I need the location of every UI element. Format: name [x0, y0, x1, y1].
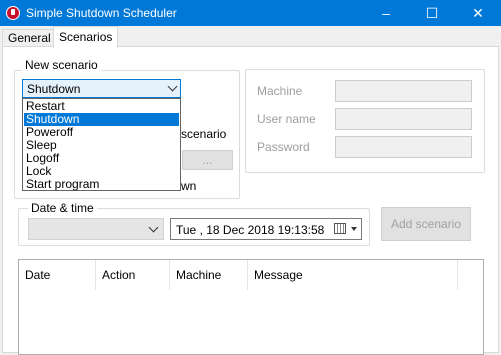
- chevron-down-icon: [167, 81, 178, 92]
- user-name-label: User name: [257, 112, 316, 126]
- window-title: Simple Shutdown Scheduler: [26, 6, 177, 20]
- app-power-icon: [6, 6, 20, 20]
- chevron-down-icon: [148, 222, 159, 233]
- calendar-dropdown-icon[interactable]: [351, 227, 357, 231]
- password-label: Password: [257, 140, 310, 154]
- machine-input[interactable]: [335, 80, 472, 102]
- scenario-partial-text: scenario: [181, 127, 227, 141]
- date-time-picker[interactable]: Tue , 18 Dec 2018 19:13:58: [170, 218, 362, 240]
- column-date[interactable]: Date: [19, 260, 96, 290]
- tab-strip: General Scenarios: [0, 26, 501, 48]
- date-preset-select[interactable]: [28, 218, 164, 240]
- tab-scenarios[interactable]: Scenarios: [53, 26, 119, 48]
- add-scenario-button[interactable]: Add scenario: [381, 207, 471, 241]
- option-start-program[interactable]: Start program: [24, 178, 179, 191]
- down-partial-text: wn: [181, 179, 197, 193]
- browse-button[interactable]: ...: [182, 150, 233, 170]
- password-input[interactable]: [335, 136, 472, 158]
- title-bar[interactable]: Simple Shutdown Scheduler – ☐ ✕: [0, 0, 501, 26]
- calendar-icon[interactable]: [334, 223, 346, 234]
- scenario-list[interactable]: Date Action Machine Message: [18, 259, 484, 355]
- user-name-input[interactable]: [335, 108, 472, 130]
- column-machine[interactable]: Machine: [170, 260, 248, 290]
- column-message[interactable]: Message: [248, 260, 458, 290]
- date-time-value: Tue , 18 Dec 2018 19:13:58: [176, 223, 325, 237]
- minimize-button[interactable]: –: [363, 0, 409, 26]
- date-time-label: Date & time: [28, 201, 97, 215]
- scenario-action-value: Shutdown: [27, 82, 81, 96]
- tab-general[interactable]: General: [2, 29, 57, 47]
- maximize-button[interactable]: ☐: [409, 0, 455, 26]
- column-action[interactable]: Action: [96, 260, 170, 290]
- close-button[interactable]: ✕: [455, 0, 501, 26]
- machine-label: Machine: [257, 84, 303, 98]
- new-scenario-label: New scenario: [22, 58, 101, 72]
- scenario-action-select[interactable]: Shutdown: [22, 79, 181, 98]
- scenario-action-dropdown[interactable]: Restart Shutdown Poweroff Sleep Logoff L…: [22, 98, 181, 191]
